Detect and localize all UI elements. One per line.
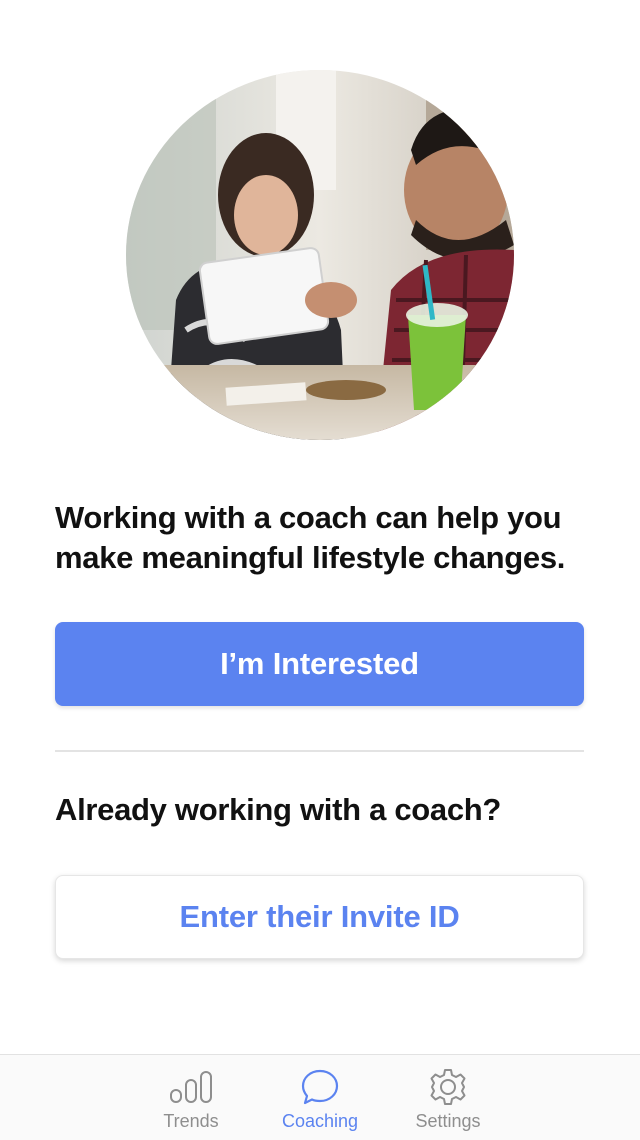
headline: Working with a coach can help you make m… bbox=[55, 500, 566, 575]
coaching-screen: Working with a coach can help you make m… bbox=[0, 0, 640, 1140]
tab-coaching-label: Coaching bbox=[281, 1111, 359, 1131]
coach-photo bbox=[126, 70, 514, 440]
tab-coaching[interactable]: Coaching bbox=[260, 1055, 380, 1140]
gear-icon bbox=[428, 1067, 468, 1107]
tab-settings[interactable]: Settings bbox=[388, 1055, 508, 1140]
tab-trends-label: Trends bbox=[163, 1111, 219, 1131]
bar-chart-icon bbox=[168, 1067, 214, 1107]
im-interested-button[interactable]: I’m Interested bbox=[55, 622, 584, 706]
chat-bubble-icon bbox=[300, 1067, 340, 1107]
tab-settings-label: Settings bbox=[415, 1111, 481, 1131]
subheadline: Already working with a coach? bbox=[55, 792, 502, 827]
coach-photo-illustration bbox=[126, 70, 514, 440]
enter-invite-id-button[interactable]: Enter their Invite ID bbox=[55, 875, 584, 959]
tab-bar: Trends Coaching Settings bbox=[0, 1054, 640, 1140]
divider bbox=[55, 750, 584, 752]
tab-trends[interactable]: Trends bbox=[131, 1055, 251, 1140]
